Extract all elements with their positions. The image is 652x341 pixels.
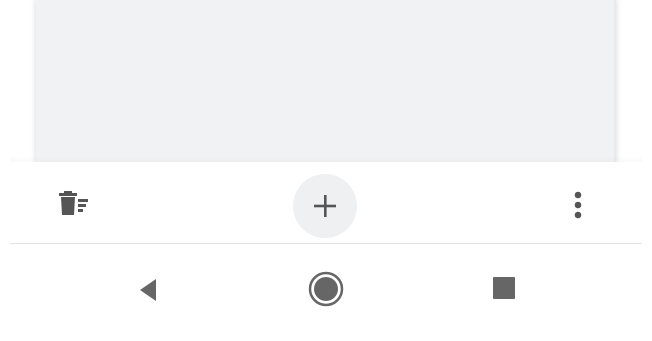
- nav-back-button[interactable]: [128, 270, 168, 310]
- circle-home-icon: [308, 271, 344, 307]
- nav-home-button[interactable]: [304, 267, 348, 311]
- nav-recents-button[interactable]: [484, 268, 524, 308]
- triangle-back-icon: [140, 279, 156, 301]
- trash-list-icon: [59, 191, 88, 215]
- vertical-dots-icon: [574, 191, 582, 219]
- card-shadow-right: [614, 0, 622, 162]
- delete-button[interactable]: [48, 184, 96, 224]
- content-card: [36, 0, 616, 162]
- square-recents-icon: [493, 277, 515, 299]
- app-screen: [0, 0, 652, 341]
- add-button[interactable]: [293, 174, 357, 238]
- plus-icon: [314, 195, 336, 217]
- more-options-button[interactable]: [560, 184, 596, 226]
